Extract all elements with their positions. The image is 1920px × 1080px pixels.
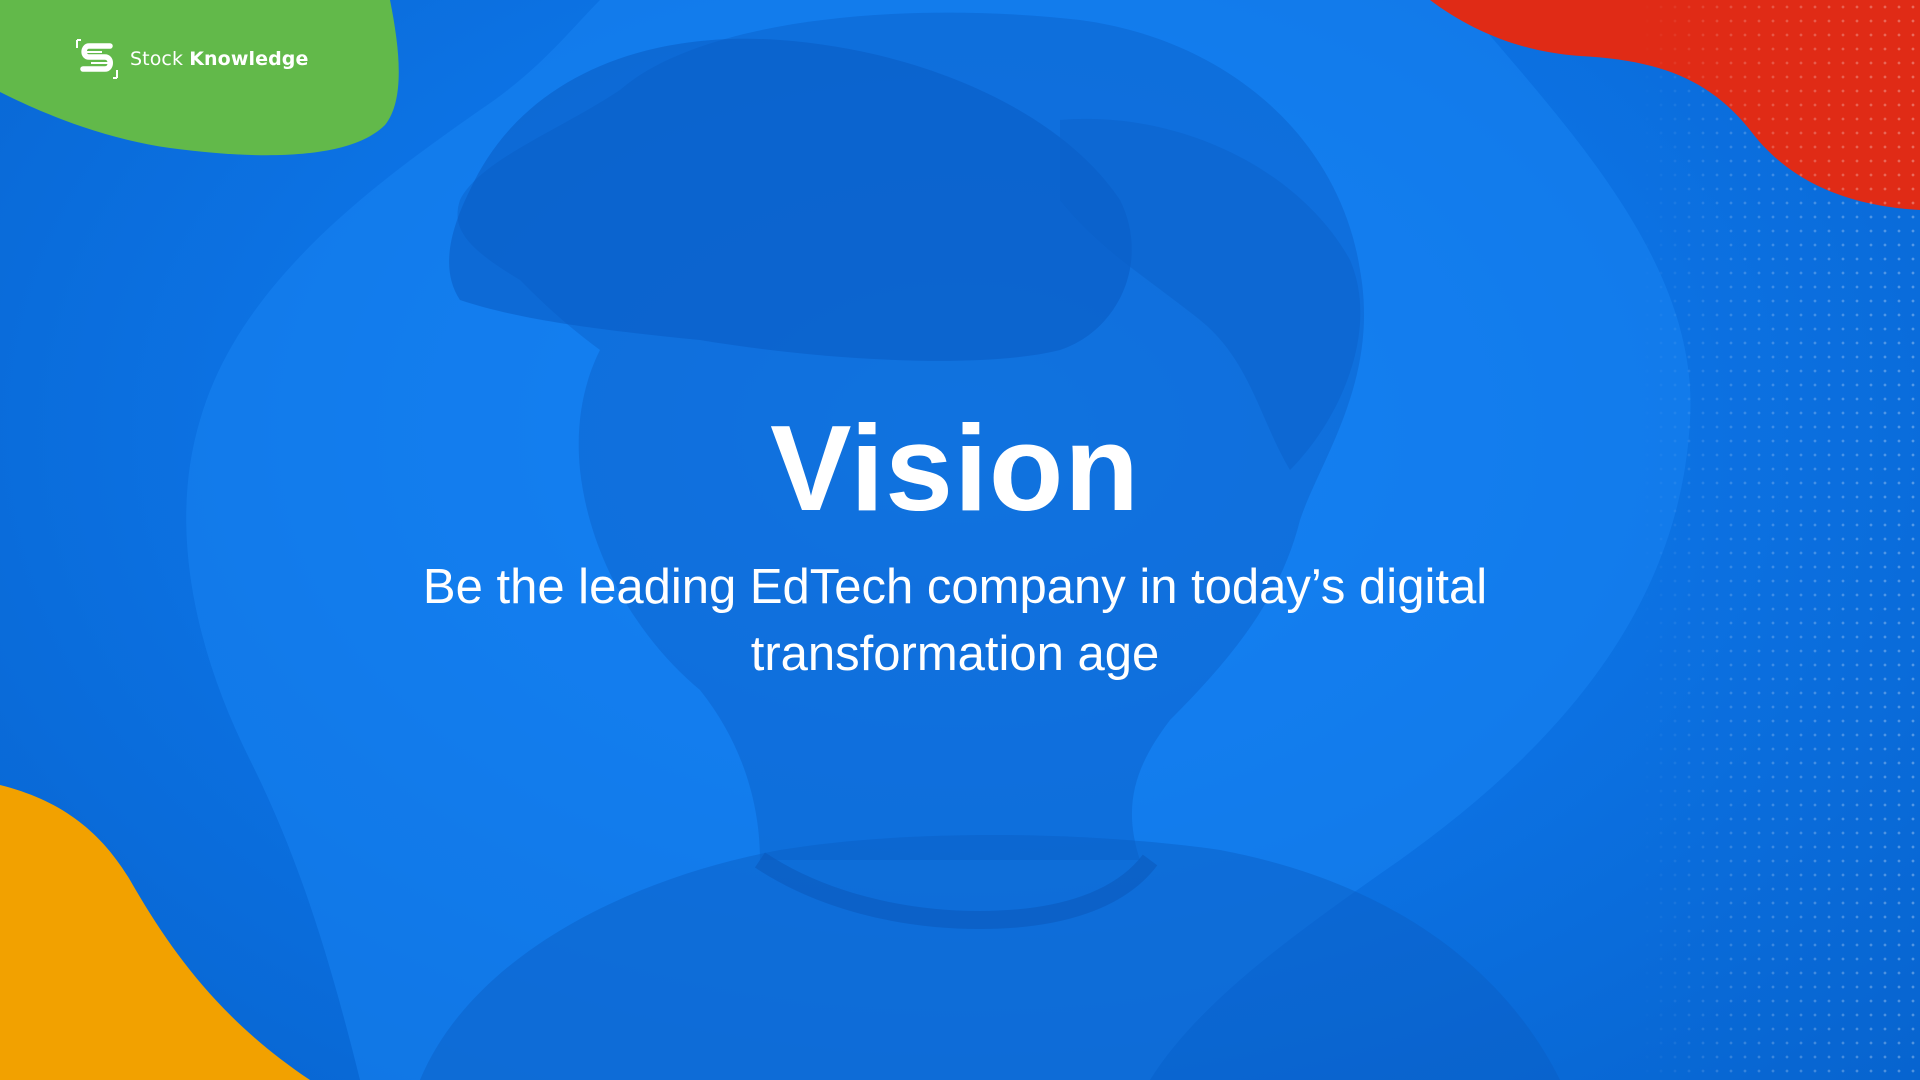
slide-title: Vision: [770, 400, 1140, 536]
stock-knowledge-logo-icon: [76, 39, 118, 79]
logo-wordmark-bold: Knowledge: [189, 48, 309, 70]
logo-wordmark: Stock Knowledge: [130, 48, 308, 70]
slide-subtitle: Be the leading EdTech company in today’s…: [422, 560, 1488, 681]
slide-content: Vision Be the leading EdTech company in …: [0, 400, 1910, 688]
stock-knowledge-logo[interactable]: Stock Knowledge: [74, 38, 308, 80]
logo-wordmark-light: Stock: [130, 48, 184, 70]
slide: Stock Knowledge Vision Be the leading Ed…: [0, 0, 1920, 1080]
